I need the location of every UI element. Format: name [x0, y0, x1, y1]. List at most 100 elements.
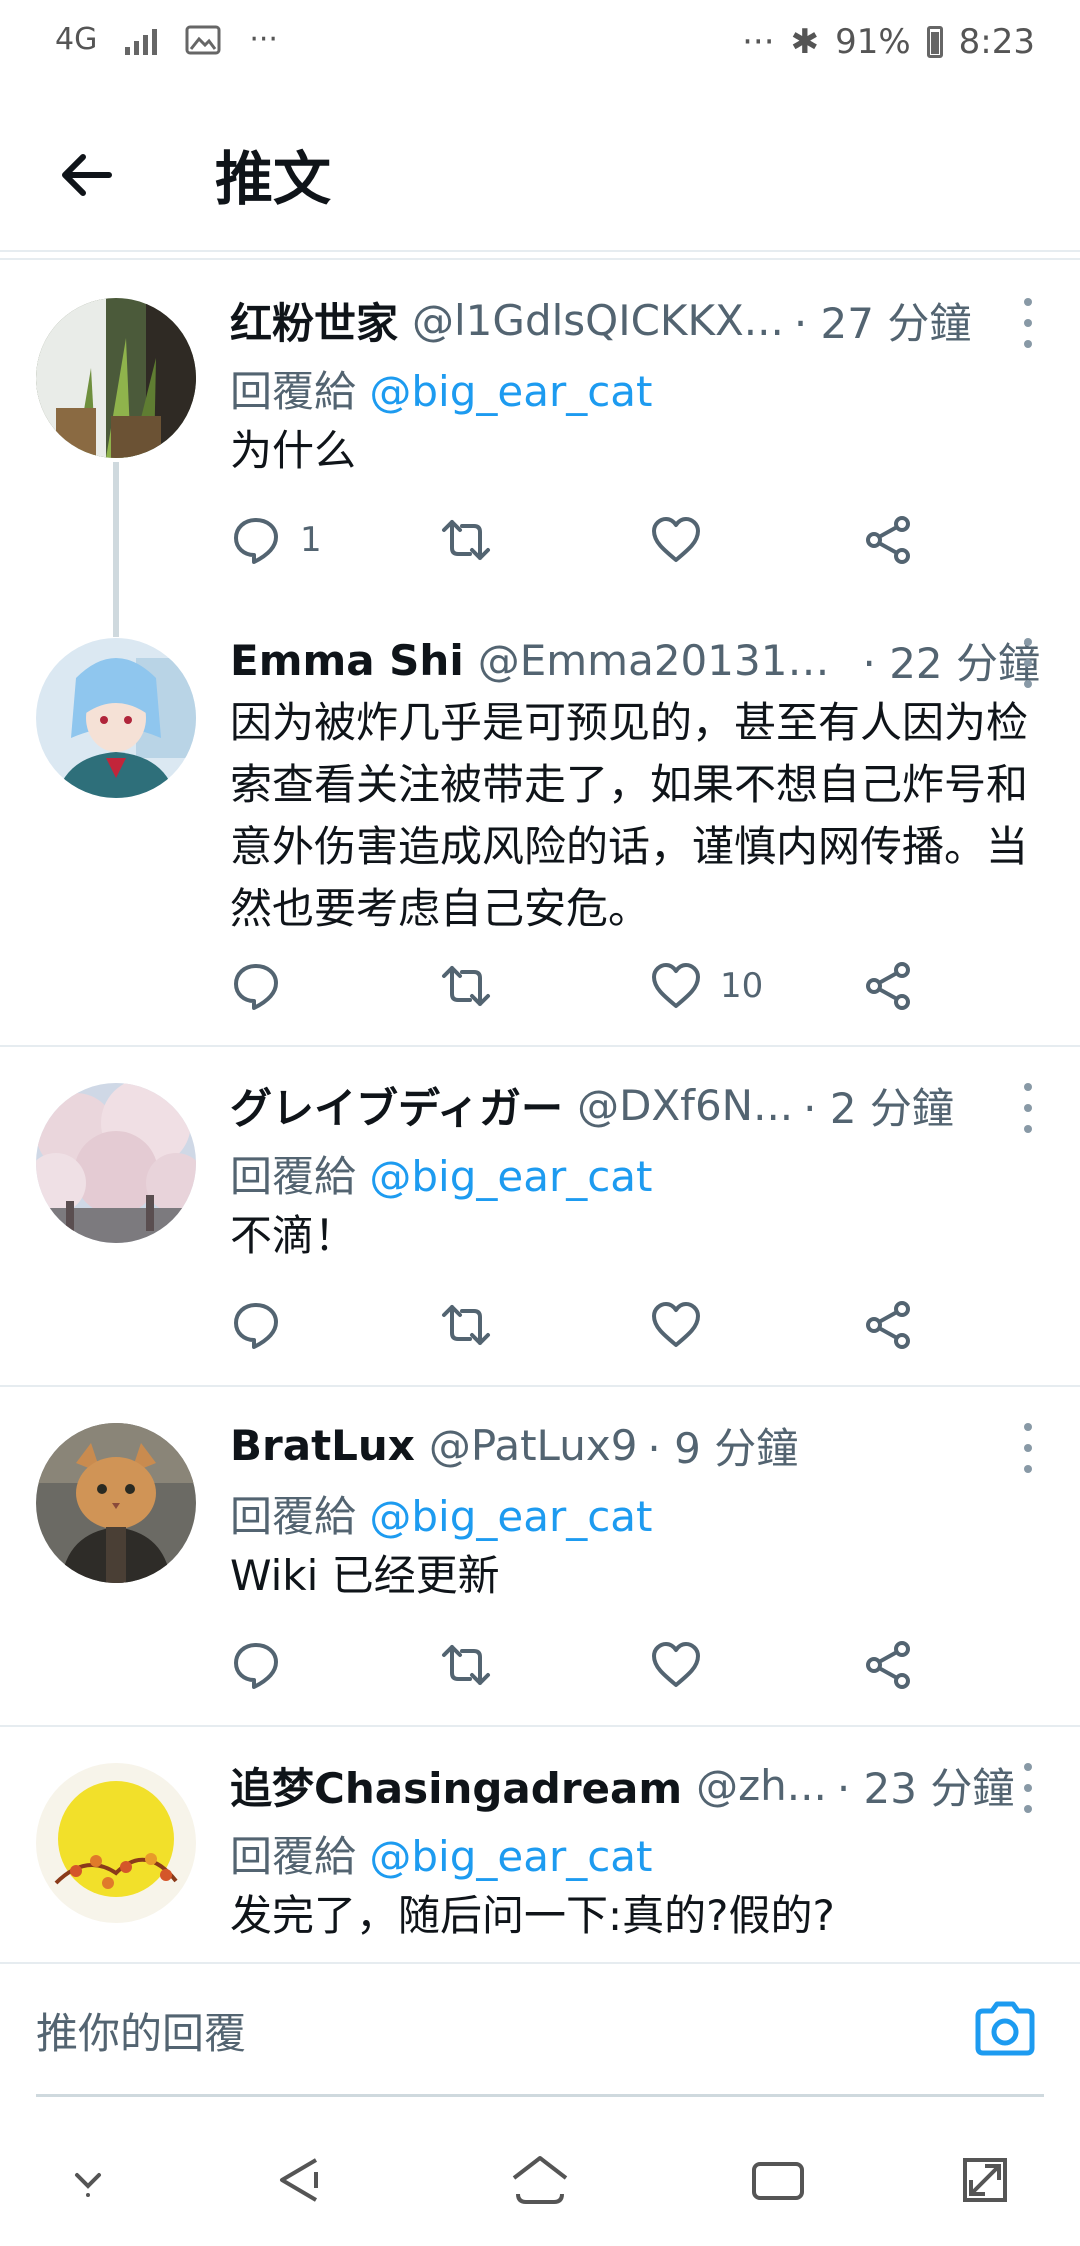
author-handle[interactable]: @DXf6N... — [577, 1081, 793, 1130]
heart-icon — [652, 1302, 700, 1347]
like-button[interactable] — [650, 1295, 720, 1355]
tweet-text: 发完了，随后问一下:真的?假的? — [230, 1891, 835, 1940]
nav-rotate-button[interactable] — [945, 2140, 1025, 2220]
retweet-icon — [442, 1645, 490, 1685]
tweet-time: · 9 分鐘 — [647, 1423, 799, 1473]
share-button[interactable] — [862, 956, 914, 1016]
author-name[interactable]: 红粉世家 — [230, 290, 398, 350]
camera-icon — [975, 2001, 1035, 2056]
retweet-button[interactable] — [440, 1295, 492, 1355]
mention-link[interactable]: @big_ear_cat — [369, 1152, 652, 1201]
nav-back-button[interactable] — [260, 2140, 340, 2220]
avatar[interactable] — [36, 1083, 196, 1243]
tweet-time: · 27 分鐘 — [793, 298, 972, 348]
retweet-button[interactable] — [440, 510, 492, 570]
mention-link[interactable]: @big_ear_cat — [369, 1832, 652, 1881]
author-name[interactable]: BratLux — [230, 1421, 415, 1470]
comment-icon — [234, 1643, 278, 1689]
reply-input[interactable] — [36, 1998, 936, 2068]
more-options-button[interactable] — [1018, 1423, 1038, 1473]
share-button[interactable] — [862, 1635, 914, 1695]
tweet-actions: 10 — [230, 956, 930, 1016]
avatar[interactable] — [36, 1763, 196, 1923]
more-options-button[interactable] — [1018, 638, 1038, 688]
retweet-icon — [442, 966, 490, 1006]
author-name[interactable]: Emma Shi — [230, 636, 464, 685]
like-count: 10 — [720, 966, 764, 1006]
tweet-header: BratLux @PatLux9 · 9 分鐘 — [230, 1415, 1040, 1475]
tweet-5[interactable]: 追梦Chasingadream @zh... · 23 分鐘 回覆給 @big_… — [0, 1727, 1080, 1962]
retweet-icon — [442, 520, 490, 560]
tweet-time: · 23 分鐘 — [836, 1763, 1015, 1813]
avatar[interactable] — [36, 298, 196, 458]
input-underline — [36, 2094, 1044, 2097]
replying-to: 回覆給 @big_ear_cat — [230, 358, 653, 419]
reply-button[interactable]: 1 — [230, 510, 322, 570]
more-options-button[interactable] — [1018, 1083, 1038, 1133]
share-icon — [866, 1641, 910, 1689]
author-name[interactable]: グレイブディガー — [230, 1075, 563, 1135]
comment-icon — [234, 964, 278, 1010]
retweet-icon — [442, 1305, 490, 1345]
replying-to: 回覆給 @big_ear_cat — [230, 1143, 653, 1204]
more-notifications-icon: ··· — [249, 22, 278, 57]
author-name[interactable]: 追梦Chasingadream — [230, 1755, 682, 1815]
reply-prefix: 回覆給 — [230, 1492, 357, 1541]
nav-recents-button[interactable] — [738, 2140, 818, 2220]
like-button[interactable] — [650, 510, 720, 570]
mention-link[interactable]: @big_ear_cat — [369, 367, 652, 416]
system-nav-bar — [0, 2110, 1080, 2246]
reply-prefix: 回覆給 — [230, 1152, 357, 1201]
camera-button[interactable] — [970, 1994, 1040, 2064]
avatar[interactable] — [36, 638, 196, 798]
retweet-button[interactable] — [440, 1635, 492, 1695]
like-button[interactable] — [650, 1635, 720, 1695]
avatar[interactable] — [36, 1423, 196, 1583]
tweet-3[interactable]: グレイブディガー @DXf6N... · 2 分鐘 回覆給 @big_ear_c… — [0, 1047, 1080, 1387]
like-button[interactable]: 10 — [650, 956, 763, 1016]
status-bar: 4G ··· ··· ✱ 91% 8:23 — [0, 0, 1080, 92]
share-icon — [866, 516, 910, 564]
mention-link[interactable]: @big_ear_cat — [369, 1492, 652, 1541]
reply-count: 1 — [300, 520, 322, 560]
battery-icon — [926, 26, 943, 58]
share-button[interactable] — [862, 1295, 914, 1355]
heart-icon — [652, 517, 700, 562]
back-button[interactable] — [50, 140, 120, 210]
tweet-header: グレイブディガー @DXf6N... · 2 分鐘 — [230, 1075, 1040, 1135]
author-handle[interactable]: @l1GdlsQICKKX... — [412, 296, 784, 345]
clock: 8:23 — [958, 22, 1035, 62]
tweet-header: 红粉世家 @l1GdlsQICKKX... · 27 分鐘 — [230, 290, 1040, 350]
reply-button[interactable] — [230, 1295, 300, 1355]
tweet-actions — [230, 1635, 930, 1695]
reply-composer — [0, 1962, 1080, 2097]
tweet-header: Emma Shi @Emma201316... · 22 分鐘 — [230, 630, 1040, 690]
comment-icon — [234, 1303, 278, 1349]
more-options-button[interactable] — [1018, 1763, 1038, 1813]
reply-button[interactable] — [230, 956, 300, 1016]
recents-icon — [752, 2162, 804, 2200]
tweet-4[interactable]: BratLux @PatLux9 · 9 分鐘 回覆給 @big_ear_cat… — [0, 1387, 1080, 1727]
home-icon — [512, 2156, 568, 2204]
replying-to: 回覆給 @big_ear_cat — [230, 1823, 653, 1884]
expand-icon — [963, 2158, 1007, 2202]
reply-prefix: 回覆給 — [230, 1832, 357, 1881]
tweet-text: 因为被炸几乎是可预见的，甚至有人因为检索查看关注被带走了，如果不想自己炸号和意外… — [230, 698, 1029, 933]
author-handle[interactable]: @Emma201316... — [478, 636, 853, 685]
retweet-button[interactable] — [440, 956, 492, 1016]
share-icon — [866, 1301, 910, 1349]
more-options-button[interactable] — [1018, 298, 1038, 348]
nav-home-button[interactable] — [500, 2140, 580, 2220]
author-handle[interactable]: @PatLux9 — [429, 1421, 638, 1470]
chevron-down-icon — [75, 2173, 101, 2197]
tweet-2[interactable]: Emma Shi @Emma201316... · 22 分鐘 因为被炸几乎是可… — [0, 602, 1080, 1047]
hide-keyboard-button[interactable] — [48, 2140, 128, 2220]
share-button[interactable] — [862, 510, 914, 570]
reply-button[interactable] — [230, 1635, 300, 1695]
share-icon — [866, 962, 910, 1010]
tweet-text: 不滴！ — [230, 1211, 357, 1260]
tweet-1[interactable]: 红粉世家 @l1GdlsQICKKX... · 27 分鐘 回覆給 @big_e… — [0, 262, 1080, 637]
author-handle[interactable]: @zh... — [696, 1761, 827, 1810]
tweet-header: 追梦Chasingadream @zh... · 23 分鐘 — [230, 1755, 1040, 1815]
tweet-time: · 2 分鐘 — [803, 1083, 954, 1133]
